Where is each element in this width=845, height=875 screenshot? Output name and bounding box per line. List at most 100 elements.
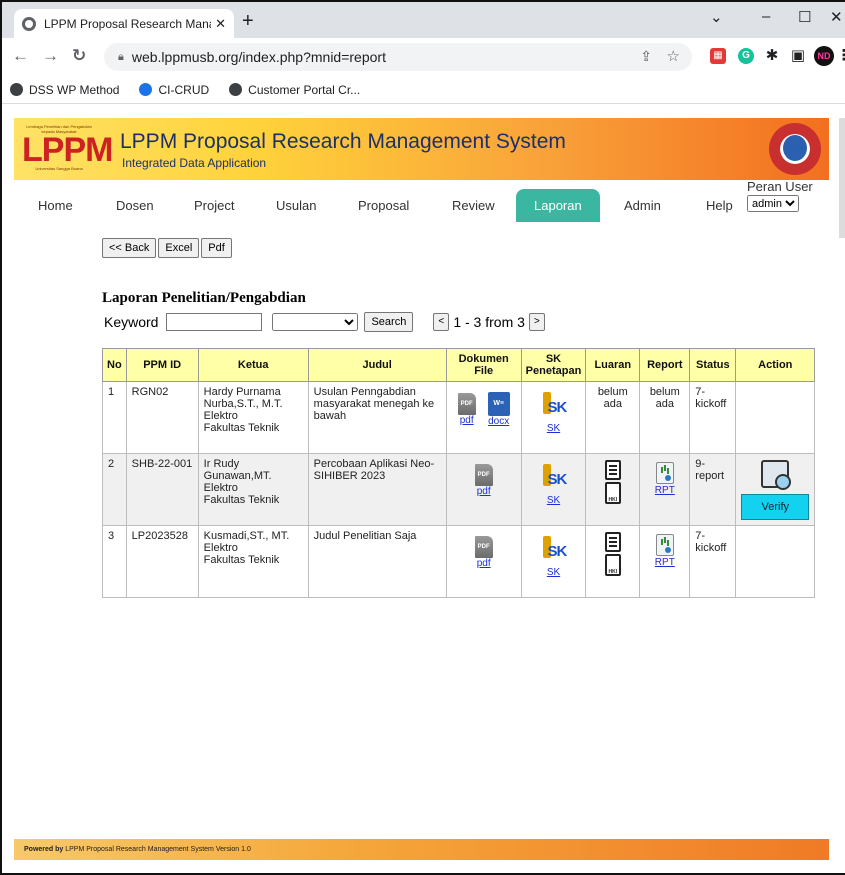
header-status: Status bbox=[689, 348, 737, 382]
menu-dosen[interactable]: Dosen bbox=[116, 198, 154, 213]
keyword-input[interactable] bbox=[166, 313, 263, 331]
cell-no: 1 bbox=[102, 381, 127, 454]
menu-laporan[interactable]: Laporan bbox=[516, 189, 600, 222]
bookmark-ci-crud[interactable]: CI-CRUD bbox=[139, 83, 209, 97]
menu-project[interactable]: Project bbox=[194, 198, 234, 213]
search-row: Keyword Search < 1 - 3 from 3 > bbox=[104, 312, 545, 332]
sk-document-icon[interactable]: SK bbox=[541, 464, 567, 494]
pdf-file-link[interactable]: PDF pdf bbox=[457, 393, 476, 427]
address-bar[interactable]: 🔒︎ web.lppmusb.org/index.php?mnid=report… bbox=[104, 43, 692, 71]
luaran-document-icon[interactable]: HKI bbox=[603, 532, 623, 578]
star-icon[interactable]: ☆ bbox=[667, 47, 680, 65]
puzzle-icon[interactable]: ✱ bbox=[764, 48, 780, 64]
sk-document-icon[interactable]: SK bbox=[541, 536, 567, 566]
verify-button[interactable]: Verify bbox=[741, 494, 810, 520]
back-arrow-icon[interactable]: ← bbox=[12, 46, 29, 66]
bookmark-icon bbox=[139, 83, 153, 96]
rpt-link[interactable]: RPT bbox=[655, 557, 675, 568]
cell-ppm-id: LP2023528 bbox=[125, 525, 199, 598]
table-header-row: No PPM ID Ketua Judul Dokumen File SK Pe… bbox=[102, 348, 816, 382]
cell-ketua: Kusmadi,ST., MT. Elektro Fakultas Teknik bbox=[197, 525, 309, 598]
table-row: 3 LP2023528 Kusmadi,ST., MT. Elektro Fak… bbox=[102, 525, 816, 598]
extension-red-icon[interactable]: ▦ bbox=[710, 48, 726, 64]
menu-home[interactable]: Home bbox=[38, 198, 73, 213]
menu-review[interactable]: Review bbox=[452, 198, 495, 213]
sk-document-icon[interactable]: SK bbox=[541, 392, 567, 422]
lppm-logo: Lembaga Penelitian dan Pengabdian kepada… bbox=[22, 124, 113, 171]
sk-link[interactable]: SK bbox=[547, 567, 560, 578]
cell-luaran: HKI bbox=[585, 525, 641, 598]
bookmark-customer-portal[interactable]: Customer Portal Cr... bbox=[229, 83, 360, 97]
tab-title: LPPM Proposal Research Manage bbox=[44, 16, 212, 31]
minimize-icon[interactable]: – bbox=[762, 8, 770, 25]
maximize-icon[interactable]: ☐ bbox=[798, 8, 811, 26]
menu-usulan[interactable]: Usulan bbox=[276, 198, 316, 213]
header-dokumen: Dokumen File bbox=[445, 348, 522, 382]
footer-text: LPPM Proposal Research Management System… bbox=[65, 846, 251, 853]
pdf-file-link[interactable]: PDF pdf bbox=[474, 464, 493, 498]
header-sk: SK Penetapan bbox=[520, 348, 587, 382]
filter-select[interactable] bbox=[272, 313, 359, 331]
role-label: Peran User bbox=[747, 179, 813, 194]
pager-next-button[interactable]: > bbox=[528, 313, 545, 331]
action-toolbar: << Back Excel Pdf bbox=[102, 238, 232, 258]
header-ketua: Ketua bbox=[197, 348, 309, 382]
cell-dokumen: PDF pdf bbox=[445, 453, 522, 526]
back-button[interactable]: << Back bbox=[102, 238, 157, 258]
tab-close-icon[interactable]: ✕ bbox=[215, 16, 226, 32]
cell-dokumen: PDF pdf bbox=[445, 525, 522, 598]
site-title: LPPM Proposal Research Management System bbox=[120, 130, 566, 153]
menu-proposal[interactable]: Proposal bbox=[358, 198, 409, 213]
window-close-icon[interactable]: ✕ bbox=[830, 8, 843, 26]
excel-button[interactable]: Excel bbox=[158, 238, 200, 258]
cell-judul: Usulan Penngabdian masyarakat menegah ke… bbox=[307, 381, 447, 454]
grammarly-icon[interactable]: G bbox=[738, 48, 754, 64]
lock-icon[interactable]: 🔒︎ bbox=[118, 51, 124, 64]
verify-document-icon[interactable] bbox=[761, 460, 792, 490]
docx-file-link[interactable]: W≡ docx bbox=[487, 392, 510, 428]
cell-status: 9-report bbox=[689, 453, 737, 526]
word-icon: W≡ bbox=[487, 392, 510, 416]
bookmark-dss[interactable]: DSS WP Method bbox=[10, 83, 119, 97]
cell-status: 7-kickoff bbox=[689, 525, 737, 598]
cell-report: RPT bbox=[639, 525, 691, 598]
report-chart-icon[interactable] bbox=[655, 462, 674, 484]
header-judul: Judul bbox=[307, 348, 447, 382]
role-selector: Peran User admin bbox=[747, 180, 813, 212]
report-title: Laporan Penelitian/Pengabdian bbox=[102, 290, 306, 306]
chevron-down-icon[interactable]: ⌄ bbox=[710, 8, 723, 26]
sk-link[interactable]: SK bbox=[547, 423, 560, 434]
profile-avatar[interactable]: ND bbox=[814, 46, 834, 66]
share-icon[interactable]: ⇪ bbox=[640, 48, 652, 65]
sk-link[interactable]: SK bbox=[547, 495, 560, 506]
footer-powered: Powered by bbox=[24, 846, 64, 853]
luaran-document-icon[interactable]: HKI bbox=[603, 460, 623, 506]
menu-admin[interactable]: Admin bbox=[624, 198, 661, 213]
pdf-button[interactable]: Pdf bbox=[201, 238, 232, 258]
site-footer: Powered by LPPM Proposal Research Manage… bbox=[14, 839, 829, 860]
cell-sk: SK SK bbox=[520, 525, 587, 598]
page-scrollbar[interactable] bbox=[839, 118, 845, 238]
pager-text: 1 - 3 from 3 bbox=[453, 314, 525, 330]
site-banner: Lembaga Penelitian dan Pengabdian kepada… bbox=[14, 118, 829, 180]
rpt-link[interactable]: RPT bbox=[655, 485, 675, 496]
header-no: No bbox=[102, 348, 127, 382]
role-select[interactable]: admin bbox=[747, 195, 799, 212]
pdf-file-link[interactable]: PDF pdf bbox=[474, 536, 493, 570]
sidepanel-icon[interactable]: ▣ bbox=[790, 48, 806, 64]
new-tab-button[interactable]: + bbox=[242, 11, 254, 31]
pager-prev-button[interactable]: < bbox=[433, 313, 450, 331]
cell-ppm-id: SHB-22-001 bbox=[125, 453, 199, 526]
header-luaran: Luaran bbox=[585, 348, 641, 382]
menu-help[interactable]: Help bbox=[706, 198, 733, 213]
browser-tab[interactable]: LPPM Proposal Research Manage ✕ bbox=[14, 9, 234, 38]
report-chart-icon[interactable] bbox=[655, 534, 674, 556]
keyword-label: Keyword bbox=[104, 314, 159, 330]
browser-window: LPPM Proposal Research Manage ✕ + ⌄ – ☐ … bbox=[0, 0, 845, 875]
browser-toolbar: ← → ↻ 🔒︎ web.lppmusb.org/index.php?mnid=… bbox=[2, 38, 845, 76]
cell-sk: SK SK bbox=[520, 381, 587, 454]
reload-icon[interactable]: ↻ bbox=[72, 46, 86, 66]
menu-kebab-icon[interactable]: ⋮ bbox=[836, 48, 845, 64]
search-button[interactable]: Search bbox=[364, 312, 414, 332]
forward-arrow-icon[interactable]: → bbox=[42, 46, 59, 66]
